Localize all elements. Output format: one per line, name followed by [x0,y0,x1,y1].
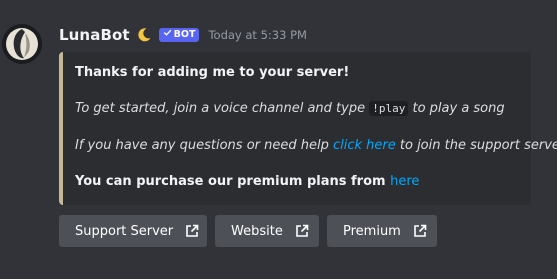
embed-premium-line: You can purchase our premium plans from … [75,173,419,191]
support-server-label: Support Server [75,223,174,239]
premium-label: Premium [343,223,401,239]
embed-help-line: If you have any questions or need help c… [75,137,557,155]
bot-badge: BOT [158,28,200,42]
website-label: Website [231,223,283,239]
play-command: !play [369,101,409,116]
premium-text: You can purchase our premium plans from [75,174,391,189]
support-server-button[interactable]: Support Server [59,215,207,247]
start-text: To get started, join a voice channel and… [75,101,370,116]
premium-link[interactable]: here [390,174,419,189]
external-link-icon [185,224,199,238]
external-link-icon [413,224,427,238]
bot-badge-label: BOT [173,29,196,40]
message-embed: Thanks for adding me to your server! To … [59,52,557,205]
author-name[interactable]: LunaBot [59,26,130,44]
website-button[interactable]: Website [215,215,319,247]
bot-message: LunaBot BOT Today at 5:33 PM Thanks for … [0,0,557,279]
crescent-moon-icon [136,27,152,43]
bot-avatar[interactable] [2,24,42,64]
start-suffix: to play a song [408,101,505,116]
premium-button[interactable]: Premium [327,215,437,247]
button-row: Support Server Website Premium [59,215,437,247]
support-link[interactable]: click here [333,138,396,153]
message-timestamp: Today at 5:33 PM [208,28,307,42]
help-text: If you have any questions or need help [75,138,333,153]
check-icon [163,28,172,42]
help-suffix: to join the support server [395,138,557,153]
external-link-icon [295,224,309,238]
embed-title: Thanks for adding me to your server! [75,65,350,80]
embed-start-line: To get started, join a voice channel and… [75,100,505,118]
message-header: LunaBot BOT Today at 5:33 PM [59,25,307,45]
